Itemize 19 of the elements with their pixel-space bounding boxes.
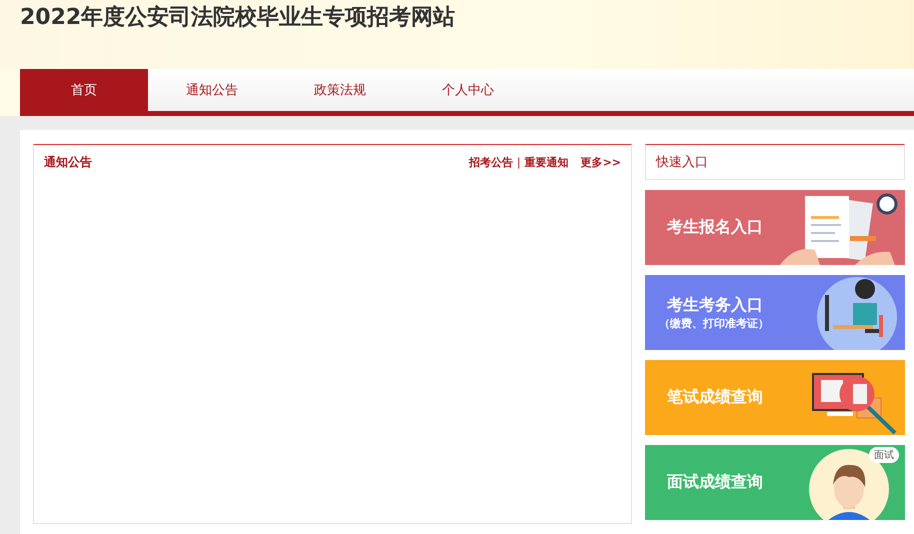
- banner-subtitle: （缴费、打印准考证）: [659, 316, 770, 330]
- more-link[interactable]: 更多>>: [580, 154, 621, 170]
- speech-bubble: 面试: [869, 447, 899, 463]
- site-title: 2022年度公安司法院校毕业生专项招考网站: [20, 4, 456, 32]
- nav-tab[interactable]: 首页: [20, 69, 148, 111]
- banner-title: 笔试成绩查询: [667, 387, 764, 408]
- category-link[interactable]: 招考公告: [468, 154, 513, 170]
- separator: |: [516, 156, 521, 168]
- nav-tab[interactable]: 政策法规: [276, 69, 404, 111]
- banner-title: 考生报名入口: [667, 217, 764, 238]
- entry-banner[interactable]: 面试成绩查询 面试: [645, 445, 905, 520]
- section-title: 快速入口: [656, 154, 708, 171]
- entry-banner[interactable]: 考生考务入口 （缴费、打印准考证）: [645, 275, 905, 350]
- banner-title: 面试成绩查询: [667, 472, 764, 493]
- banner-title: 考生考务入口: [667, 294, 764, 316]
- nav-tab[interactable]: 通知公告: [148, 69, 276, 111]
- category-link[interactable]: 重要通知: [524, 154, 569, 170]
- nav-tab[interactable]: 个人中心: [404, 69, 532, 111]
- panel-title: 通知公告: [44, 154, 92, 170]
